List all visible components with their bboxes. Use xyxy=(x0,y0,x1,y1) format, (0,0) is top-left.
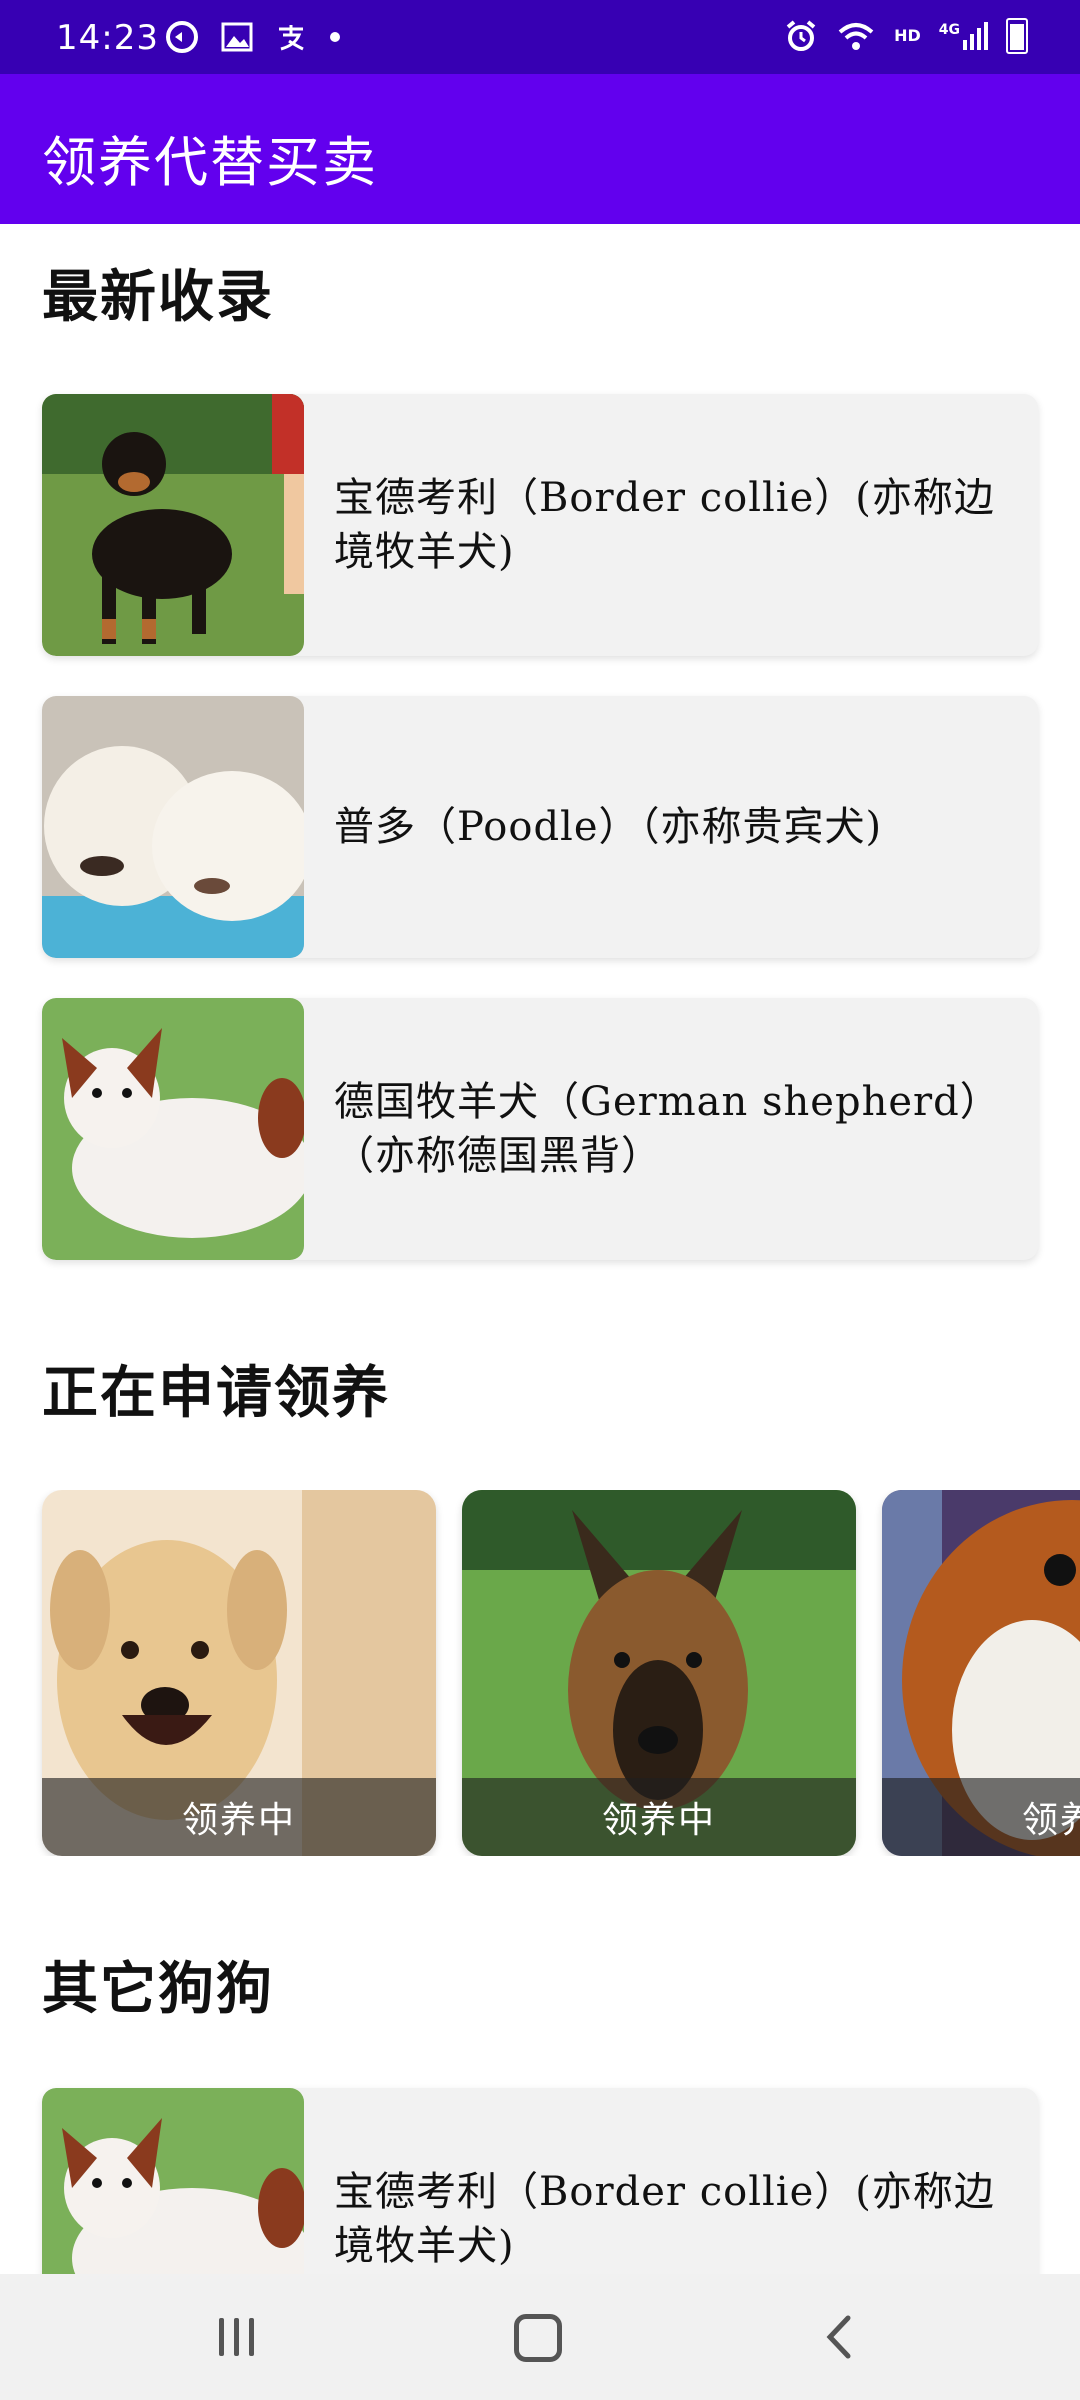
recent-apps-icon xyxy=(196,2304,276,2370)
gallery-card[interactable]: 领养中 xyxy=(462,1490,856,1856)
rottweiler-photo xyxy=(42,394,304,656)
section-title-others: 其它狗狗 xyxy=(42,1956,274,2022)
papillon-photo xyxy=(42,998,304,1260)
gallery-card[interactable]: 领养中 xyxy=(42,1490,436,1856)
list-item-text: 宝德考利（Border collie）(亦称边境牧羊犬) xyxy=(334,475,995,575)
recent-apps-button[interactable] xyxy=(196,2304,276,2370)
puppies-photo xyxy=(42,696,304,958)
alarm-icon xyxy=(786,20,816,51)
adoption-gallery[interactable]: 领养中 领养中 领养中 xyxy=(0,1490,1080,1856)
battery-icon xyxy=(1006,18,1028,54)
list-item[interactable]: 德国牧羊犬（German shepherd）（亦称德国黑背） xyxy=(42,998,1038,1260)
status-time: 14:23 xyxy=(56,18,159,58)
back-button[interactable] xyxy=(800,2304,880,2370)
hd-icon: HD xyxy=(894,26,921,45)
list-item-text: 普多（Poodle）（亦称贵宾犬) xyxy=(334,804,883,850)
sync-icon xyxy=(166,21,198,53)
list-item[interactable]: 宝德考利（Border collie）(亦称边境牧羊犬) xyxy=(42,394,1038,656)
section-title-applying: 正在申请领养 xyxy=(42,1360,390,1426)
navigation-bar xyxy=(0,2274,1080,2400)
gallery-card[interactable]: 领养中 xyxy=(882,1490,1080,1856)
section-title-latest: 最新收录 xyxy=(42,264,274,330)
wifi-icon xyxy=(838,23,874,50)
signal-4g-icon: 4G xyxy=(939,22,988,50)
list-item-text: 德国牧羊犬（German shepherd）（亦称德国黑背） xyxy=(334,1079,1001,1179)
home-icon xyxy=(514,2314,562,2362)
dot-icon xyxy=(330,32,340,42)
back-icon xyxy=(826,2315,851,2359)
image-icon xyxy=(221,22,253,52)
status-bar: 14:23 HD 4G xyxy=(0,0,1080,74)
home-button[interactable] xyxy=(498,2304,578,2370)
alipay-icon xyxy=(279,25,304,51)
adoption-status-label: 领养中 xyxy=(42,1778,436,1856)
network-type-label: 4G xyxy=(938,22,960,38)
app-title: 领养代替买卖 xyxy=(42,131,378,194)
app-bar: 领养代替买卖 xyxy=(0,74,1080,224)
adoption-status-label: 领养中 xyxy=(462,1778,856,1856)
adoption-status-label: 领养中 xyxy=(882,1778,1080,1856)
list-item[interactable]: 普多（Poodle）（亦称贵宾犬) xyxy=(42,696,1038,958)
